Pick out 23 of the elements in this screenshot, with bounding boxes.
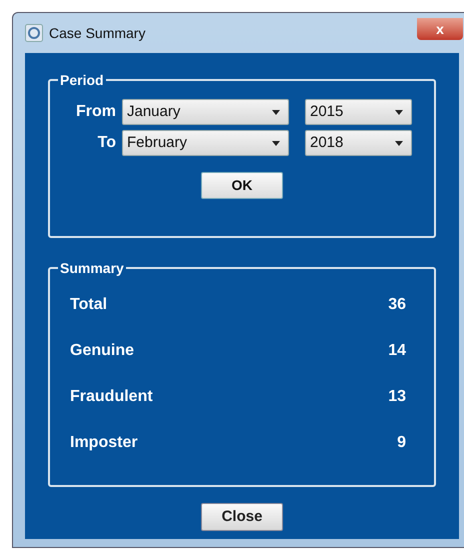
year-dropdown[interactable]: 2018 [305, 130, 412, 156]
summary-value: 13 [388, 387, 406, 407]
ok-button[interactable]: OK [201, 172, 283, 199]
field-label: To [96, 133, 116, 153]
app-icon [25, 24, 43, 42]
summary-label: Genuine [70, 341, 134, 361]
dropdown-caret-icon [272, 140, 280, 146]
field-label: From [75, 102, 116, 122]
window-title: Case Summary [49, 24, 146, 43]
summary-label: Total [70, 295, 108, 315]
dropdown-caret-icon [395, 140, 403, 146]
summary-value: 36 [388, 295, 406, 315]
month-dropdown[interactable]: January [122, 99, 289, 125]
window-close-button[interactable]: x [417, 18, 463, 40]
summary-value: 9 [397, 433, 406, 453]
dropdown-caret-icon [395, 110, 403, 114]
year-dropdown[interactable]: 2015 [305, 99, 412, 125]
dropdown-caret-icon [272, 110, 280, 114]
summary-label: Imposter [70, 433, 138, 453]
summary-label: Fraudulent [70, 387, 153, 407]
summary-value: 14 [388, 341, 406, 361]
close-dialog-button[interactable]: Close [201, 503, 283, 531]
month-dropdown[interactable]: February [122, 130, 289, 156]
